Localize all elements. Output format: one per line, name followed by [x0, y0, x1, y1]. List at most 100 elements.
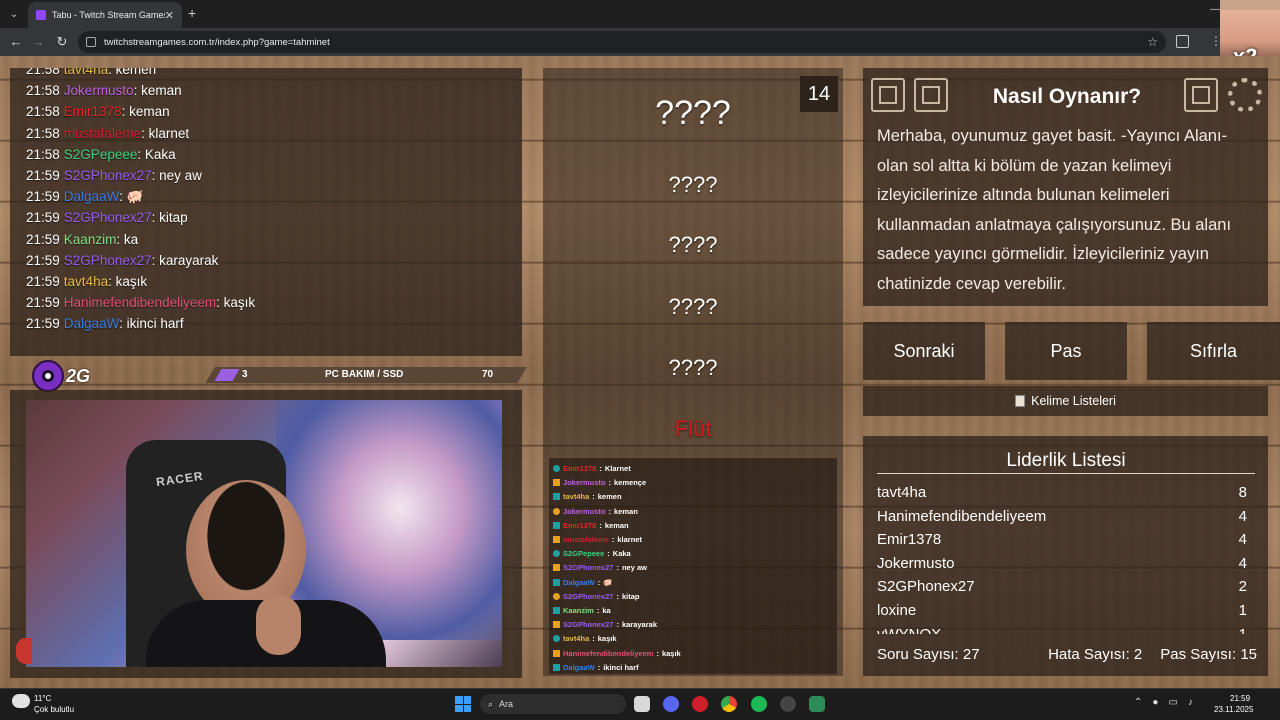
url-field[interactable]: twitchstreamgames.com.tr/index.php?game=… [78, 31, 1166, 53]
bookmark-star-icon[interactable]: ☆ [1147, 35, 1158, 49]
windows-start-icon[interactable] [455, 696, 471, 712]
browser-tab[interactable]: Tabu - Twitch Stream Games ✕ [28, 2, 182, 28]
chat-separator: : [151, 168, 160, 183]
pass-button[interactable]: Pas [1005, 322, 1127, 380]
site-info-icon[interactable] [86, 37, 96, 47]
leaderboard-row: tavt4ha 8 [877, 484, 1257, 501]
mini-chat-text: kitap [621, 591, 640, 601]
mini-chat-text: kaşık [661, 648, 681, 658]
weather-temperature[interactable]: 11°C [34, 694, 51, 703]
chat-text: 🐖 [126, 189, 144, 205]
address-bar-row: ← → ↻ twitchstreamgames.com.tr/index.php… [0, 28, 1280, 56]
leaderboard-score: 1 [1239, 626, 1247, 634]
mini-chat-message: tavt4ha: kemen [553, 492, 622, 501]
discord-icon[interactable] [663, 696, 679, 712]
chat-badge-icon [553, 635, 560, 643]
settings-gear-icon[interactable] [1228, 78, 1262, 112]
logo-eye-icon [42, 370, 54, 382]
chat-username[interactable]: Hanimefendibendeliyeem [64, 295, 216, 310]
mini-chat-username: Jokermusto [563, 506, 606, 516]
chat-message: 21:59 S2GPhonex27: karayarak [26, 253, 218, 268]
mini-chat-message: S2GPhonex27: ney aw [553, 563, 647, 572]
chat-username[interactable]: S2GPhonex27 [64, 168, 152, 183]
tab-close-icon[interactable]: ✕ [165, 9, 174, 22]
chat-username[interactable]: S2GPepeee [64, 147, 138, 162]
chat-badge-icon [553, 479, 560, 487]
chat-username[interactable]: tavt4ha [64, 68, 108, 77]
streamer-hand [256, 595, 301, 655]
chat-badge-icon [553, 521, 560, 529]
chat-message: 21:59 S2GPhonex27: kitap [26, 210, 188, 225]
mini-chat-separator: : [608, 478, 612, 488]
minimize-icon[interactable]: — [1210, 4, 1220, 15]
chat-username[interactable]: S2GPhonex27 [64, 253, 152, 268]
taskbar-search[interactable]: ⌕ Ara [480, 694, 626, 714]
fullscreen-icon[interactable] [871, 78, 905, 112]
microphone-icon[interactable]: ● [1152, 697, 1158, 708]
clock-time[interactable]: 21:59 [1230, 694, 1250, 703]
chat-message: 21:59 Kaanzim: ka [26, 232, 138, 247]
weather-description[interactable]: Çok bulutlu [34, 705, 74, 714]
chat-badge-icon [553, 493, 560, 501]
spotify-icon[interactable] [751, 696, 767, 712]
search-placeholder: Ara [499, 699, 514, 709]
chat-separator: : [108, 274, 116, 289]
mini-chat-text: karayarak [621, 620, 657, 630]
chat-username[interactable]: Jokermusto [64, 83, 134, 98]
chat-username[interactable]: S2GPhonex27 [64, 210, 152, 225]
extensions-icon[interactable] [1176, 35, 1189, 48]
chat-timestamp: 21:59 [26, 295, 60, 311]
mini-chat-username: S2GPhonex27 [563, 620, 614, 630]
mini-chat-username: mustafaleme [563, 535, 609, 544]
volume-icon[interactable]: ♪ [1188, 697, 1193, 708]
next-button[interactable]: Sonraki [863, 322, 985, 380]
exit-icon[interactable] [1184, 78, 1218, 112]
reset-button[interactable]: Sıfırla [1147, 322, 1280, 380]
chat-timestamp: 21:59 [26, 316, 60, 332]
tray-chevron-icon[interactable]: ⌃ [1134, 697, 1142, 708]
leaderboard-score: 4 [1238, 554, 1247, 572]
game-stats: Soru Sayısı: 27 Hata Sayısı: 2 Pas Sayıs… [877, 646, 1257, 663]
chrome-icon[interactable] [721, 696, 737, 712]
mini-chat-message: mustafaleme: klarnet [553, 535, 642, 544]
chat-separator: : [216, 295, 224, 311]
obs-icon[interactable] [780, 696, 796, 712]
chat-username[interactable]: DalgaaW [64, 189, 119, 204]
chat-username[interactable]: tavt4ha [64, 274, 108, 289]
back-icon[interactable]: ← [8, 34, 24, 50]
reload-icon[interactable]: ↻ [54, 34, 70, 50]
mini-chat-username: Emir1378 [563, 520, 597, 530]
tab-strip: ⌄ Tabu - Twitch Stream Games ✕ + — [0, 0, 1280, 28]
mini-chat-username: DalgaaW [563, 577, 595, 587]
chat-text: klarnet [148, 125, 190, 141]
mini-chat-separator: : [597, 662, 601, 672]
tab-search-chevron-icon[interactable]: ⌄ [4, 4, 24, 24]
word-lists-button[interactable]: Kelime Listeleri [863, 386, 1268, 416]
chat-username[interactable]: Emir1378 [64, 104, 122, 119]
new-tab-icon[interactable]: + [188, 6, 196, 20]
chat-username[interactable]: DalgaaW [64, 316, 119, 331]
task-view-icon[interactable] [634, 696, 650, 712]
clock-date[interactable]: 23.11.2025 [1214, 705, 1253, 714]
rules-document-icon[interactable] [914, 78, 948, 112]
weather-cloud-icon[interactable] [12, 694, 30, 708]
chat-text: kitap [159, 210, 188, 226]
app-icon[interactable] [809, 696, 825, 712]
mini-chat-message: S2GPhonex27: karayarak [553, 620, 657, 629]
chat-username[interactable]: Kaanzim [64, 232, 117, 247]
mini-chat-text: kemençe [614, 478, 647, 488]
system-tray: ⌃ ● ▭ ♪ [1134, 697, 1193, 708]
chat-message: 21:58 S2GPepeee: Kaka [26, 147, 176, 162]
opera-icon[interactable] [692, 696, 708, 712]
mini-chat-separator: : [616, 563, 619, 573]
chat-username[interactable]: mustafaleme [64, 126, 141, 141]
chat-badge-icon [553, 592, 560, 600]
chat-text: Kaka [144, 146, 176, 162]
leaderboard-name: Hanimefendibendeliyeem [877, 507, 1047, 525]
chat-timestamp: 21:59 [26, 274, 60, 289]
forward-icon[interactable]: → [30, 34, 46, 50]
mini-chat-username: tavt4ha [563, 492, 590, 502]
network-icon[interactable]: ▭ [1168, 697, 1177, 708]
chat-separator: : [151, 210, 160, 226]
chat-text: keman [141, 83, 182, 99]
